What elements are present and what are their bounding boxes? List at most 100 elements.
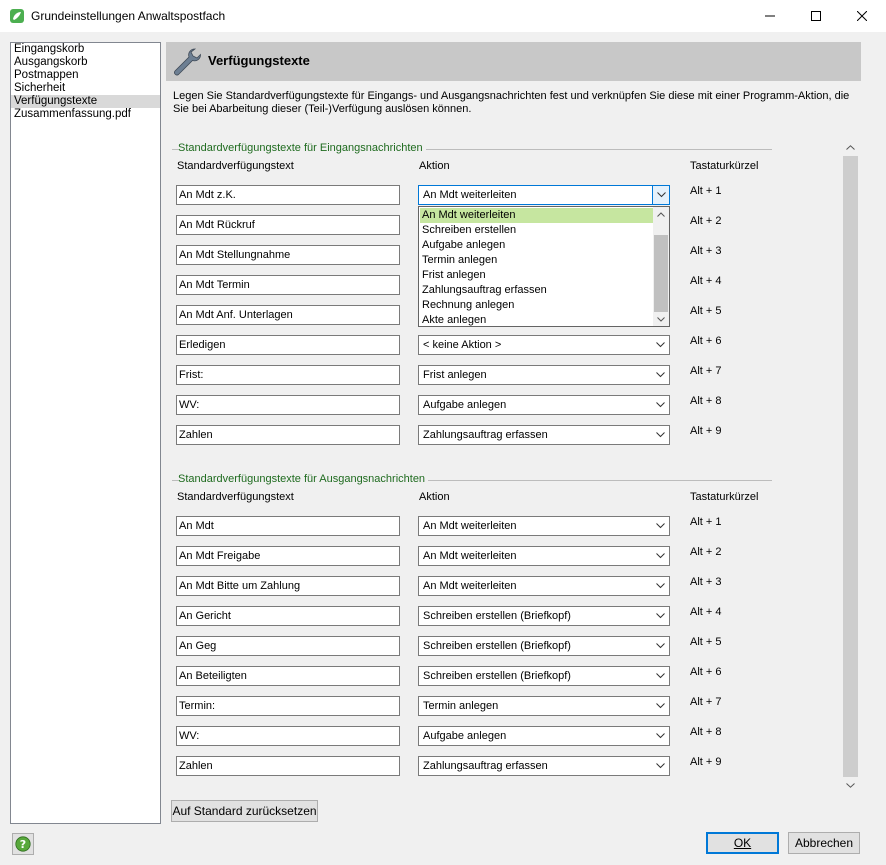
outgoing-text-input-3[interactable]: An Mdt Bitte um Zahlung: [176, 576, 400, 596]
incoming-text-input-2[interactable]: An Mdt Rückruf: [176, 215, 400, 235]
maximize-icon: [811, 11, 821, 21]
outgoing-action-select-7[interactable]: Termin anlegen: [418, 696, 670, 716]
dropdown-option[interactable]: Schreiben erstellen: [420, 223, 655, 238]
outgoing-action-value-5: Schreiben erstellen (Briefkopf): [423, 640, 571, 652]
outgoing-action-select-1[interactable]: An Mdt weiterleiten: [418, 516, 670, 536]
scroll-up-arrow-icon[interactable]: [842, 139, 859, 156]
scrollbar-thumb[interactable]: [843, 156, 858, 777]
ok-button-label: OK: [733, 836, 752, 850]
chevron-down-icon[interactable]: [652, 396, 669, 414]
incoming-action-select-9[interactable]: Zahlungsauftrag erfassen: [418, 425, 670, 445]
incoming-key-8: Alt + 8: [690, 395, 722, 407]
dropdown-option[interactable]: Aufgabe anlegen: [420, 238, 655, 253]
incoming-action-select-7[interactable]: Frist anlegen: [418, 365, 670, 385]
outgoing-action-select-8[interactable]: Aufgabe anlegen: [418, 726, 670, 746]
dropdown-option[interactable]: Frist anlegen: [420, 268, 655, 283]
chevron-down-icon[interactable]: [652, 667, 669, 685]
outgoing-action-value-7: Termin anlegen: [423, 700, 499, 712]
incoming-text-input-1[interactable]: An Mdt z.K.: [176, 185, 400, 205]
incoming-text-input-6[interactable]: Erledigen: [176, 335, 400, 355]
incoming-key-7: Alt + 7: [690, 365, 722, 377]
dropdown-option[interactable]: Akte anlegen: [420, 313, 655, 328]
outgoing-key-1: Alt + 1: [690, 516, 722, 528]
nav-item-eingangskorb[interactable]: Eingangskorb: [11, 43, 160, 56]
incoming-text-input-7[interactable]: Frist:: [176, 365, 400, 385]
incoming-text-input-8[interactable]: WV:: [176, 395, 400, 415]
outgoing-col-key: Tastaturkürzel: [690, 491, 759, 503]
outgoing-text-input-1[interactable]: An Mdt: [176, 516, 400, 536]
incoming-text-input-5[interactable]: An Mdt Anf. Unterlagen: [176, 305, 400, 325]
dropdown-option[interactable]: Termin anlegen: [420, 253, 655, 268]
nav-item-postmappen[interactable]: Postmappen: [11, 69, 160, 82]
maximize-button[interactable]: [793, 0, 839, 32]
settings-nav-list[interactable]: Eingangskorb Ausgangskorb Postmappen Sic…: [10, 42, 161, 824]
outgoing-action-select-6[interactable]: Schreiben erstellen (Briefkopf): [418, 666, 670, 686]
dropdown-option[interactable]: Zahlungsauftrag erfassen: [420, 283, 655, 298]
cancel-button[interactable]: Abbrechen: [788, 832, 860, 854]
incoming-action-select-1[interactable]: An Mdt weiterleiten: [418, 185, 670, 205]
outgoing-text-input-4[interactable]: An Gericht: [176, 606, 400, 626]
outgoing-action-select-4[interactable]: Schreiben erstellen (Briefkopf): [418, 606, 670, 626]
nav-item-ausgangskorb[interactable]: Ausgangskorb: [11, 56, 160, 69]
description-text: Legen Sie Standardverfügungstexte für Ei…: [173, 90, 850, 115]
incoming-action-select-6[interactable]: < keine Aktion >: [418, 335, 670, 355]
outgoing-action-select-2[interactable]: An Mdt weiterleiten: [418, 546, 670, 566]
scrollbar-thumb[interactable]: [654, 235, 668, 312]
dropdown-option[interactable]: Rechnung anlegen: [420, 298, 655, 313]
outgoing-key-3: Alt + 3: [690, 576, 722, 588]
ok-button[interactable]: OK: [706, 832, 779, 854]
content-scrollbar[interactable]: [842, 139, 859, 794]
incoming-text-input-9[interactable]: Zahlen: [176, 425, 400, 445]
incoming-text-input-4[interactable]: An Mdt Termin: [176, 275, 400, 295]
close-button[interactable]: [839, 0, 885, 32]
incoming-action-value-7: Frist anlegen: [423, 369, 487, 381]
scroll-down-arrow-icon[interactable]: [653, 312, 669, 326]
svg-text:?: ?: [20, 838, 26, 851]
outgoing-key-4: Alt + 4: [690, 606, 722, 618]
incoming-action-select-8[interactable]: Aufgabe anlegen: [418, 395, 670, 415]
scroll-up-arrow-icon[interactable]: [653, 207, 669, 221]
reset-defaults-button[interactable]: Auf Standard zurücksetzen: [171, 800, 318, 822]
chevron-down-icon[interactable]: [652, 426, 669, 444]
outgoing-text-input-8[interactable]: WV:: [176, 726, 400, 746]
outgoing-text-input-6[interactable]: An Beteiligten: [176, 666, 400, 686]
dropdown-scrollbar[interactable]: [653, 207, 669, 326]
incoming-action-value-9: Zahlungsauftrag erfassen: [423, 429, 548, 441]
outgoing-text-input-9[interactable]: Zahlen: [176, 756, 400, 776]
chevron-down-icon[interactable]: [652, 727, 669, 745]
outgoing-text-input-2[interactable]: An Mdt Freigabe: [176, 546, 400, 566]
chevron-down-icon[interactable]: [652, 577, 669, 595]
chevron-down-icon[interactable]: [652, 366, 669, 384]
help-button[interactable]: ?: [12, 833, 34, 855]
chevron-down-icon[interactable]: [652, 697, 669, 715]
chevron-down-icon[interactable]: [652, 637, 669, 655]
incoming-action-value-6: < keine Aktion >: [423, 339, 502, 351]
chevron-down-icon[interactable]: [652, 547, 669, 565]
scroll-down-arrow-icon[interactable]: [842, 777, 859, 794]
outgoing-key-2: Alt + 2: [690, 546, 722, 558]
wrench-icon: [174, 48, 201, 76]
minimize-button[interactable]: [747, 0, 793, 32]
nav-item-verfuegungstexte[interactable]: Verfügungstexte: [11, 95, 160, 108]
outgoing-key-5: Alt + 5: [690, 636, 722, 648]
nav-item-sicherheit[interactable]: Sicherheit: [11, 82, 160, 95]
chevron-down-icon[interactable]: [652, 517, 669, 535]
nav-item-zusammenfassung[interactable]: Zusammenfassung.pdf: [11, 108, 160, 121]
incoming-action-value-8: Aufgabe anlegen: [423, 399, 507, 411]
dropdown-option[interactable]: An Mdt weiterleiten: [420, 208, 655, 223]
help-icon: ?: [15, 836, 31, 852]
section-header: Verfügungstexte: [166, 42, 861, 81]
chevron-down-icon[interactable]: [652, 336, 669, 354]
outgoing-action-select-3[interactable]: An Mdt weiterleiten: [418, 576, 670, 596]
chevron-down-icon[interactable]: [652, 757, 669, 775]
incoming-text-input-3[interactable]: An Mdt Stellungnahme: [176, 245, 400, 265]
chevron-down-icon[interactable]: [652, 186, 669, 204]
outgoing-text-input-5[interactable]: An Geg: [176, 636, 400, 656]
minimize-icon: [765, 15, 775, 17]
action-dropdown-list[interactable]: An Mdt weiterleiten Schreiben erstellen …: [418, 206, 670, 327]
outgoing-text-input-7[interactable]: Termin:: [176, 696, 400, 716]
chevron-down-icon[interactable]: [652, 607, 669, 625]
incoming-action-value-1: An Mdt weiterleiten: [423, 189, 517, 201]
outgoing-action-select-5[interactable]: Schreiben erstellen (Briefkopf): [418, 636, 670, 656]
outgoing-action-select-9[interactable]: Zahlungsauftrag erfassen: [418, 756, 670, 776]
